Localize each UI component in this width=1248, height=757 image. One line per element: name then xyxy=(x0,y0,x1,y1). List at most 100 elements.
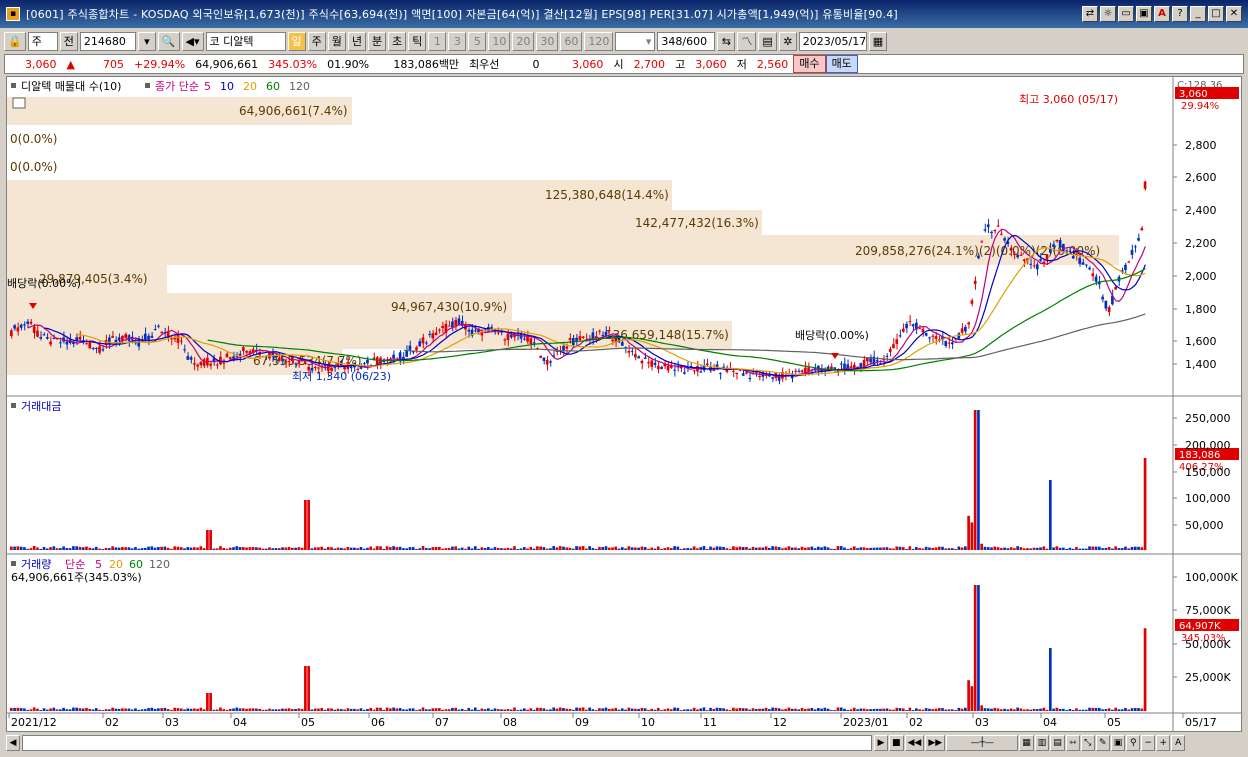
config-icon[interactable]: ✲ xyxy=(778,31,797,51)
amount-bar xyxy=(705,548,709,550)
scroll-left-button[interactable]: ◀ xyxy=(6,735,20,751)
volume-bar xyxy=(362,709,366,711)
period-second[interactable]: 초 xyxy=(388,31,407,51)
volume-bar xyxy=(189,708,193,711)
amount-bar xyxy=(451,546,454,550)
period-minute[interactable]: 분 xyxy=(368,31,387,51)
amount-bar xyxy=(173,546,177,550)
amount-bar xyxy=(473,546,477,550)
date-field[interactable]: 2023/05/17 xyxy=(798,31,867,51)
amount-bar xyxy=(718,546,722,550)
grid-icon[interactable]: ▦ xyxy=(1019,735,1034,751)
volume-bar xyxy=(1084,709,1088,711)
save-icon[interactable]: ▤ xyxy=(758,31,777,51)
chart-svg[interactable]: 64,906,661(7.4%) 0(0.0%) 0(0.0%) 125,380… xyxy=(7,77,1241,731)
table-icon[interactable] xyxy=(12,97,26,109)
zoom-icon[interactable]: ⚲ xyxy=(1126,735,1141,751)
window-icon[interactable]: ▣ xyxy=(1110,735,1126,751)
range-120[interactable]: 120 xyxy=(584,31,614,51)
close-button[interactable]: ✕ xyxy=(1226,6,1242,22)
range-3[interactable]: 3 xyxy=(448,31,467,51)
font-size-icon[interactable]: A xyxy=(1171,735,1186,751)
volume-bar xyxy=(947,709,951,711)
font-icon[interactable]: A xyxy=(1154,6,1170,22)
volume-summary: 64,906,661주(345.03%) xyxy=(11,571,142,584)
period-week[interactable]: 주 xyxy=(307,31,326,51)
candle-body xyxy=(692,370,696,372)
range-20[interactable]: 20 xyxy=(512,31,535,51)
code-input[interactable]: 214680 xyxy=(79,31,136,51)
volume-bar xyxy=(1117,709,1121,711)
period-tick[interactable]: 틱 xyxy=(408,31,427,51)
sell-button[interactable]: 매도 xyxy=(825,55,858,73)
amount-bar xyxy=(999,548,1003,550)
amount-bar xyxy=(986,547,990,550)
scrollbar[interactable] xyxy=(22,735,872,751)
candle-body xyxy=(19,324,23,328)
volume-bar xyxy=(941,708,944,711)
custom-range-select[interactable]: ▾ xyxy=(615,31,656,51)
help-icon[interactable]: ? xyxy=(1172,6,1188,22)
maximize-button[interactable]: □ xyxy=(1208,6,1224,22)
zoom-icon[interactable]: ⇆ xyxy=(717,31,736,51)
period-year[interactable]: 년 xyxy=(347,31,367,51)
volume-bar xyxy=(39,710,43,711)
volume-bar xyxy=(202,709,206,711)
pen-icon[interactable]: ✎ xyxy=(1095,735,1110,751)
volume-bar xyxy=(1009,708,1013,711)
layout-icon[interactable]: ▭ xyxy=(1118,6,1134,22)
zoom-out-icon[interactable]: − xyxy=(1141,735,1156,751)
calendar-icon[interactable]: ▦ xyxy=(868,31,888,51)
fast-forward-icon[interactable]: ▶▶ xyxy=(925,735,946,751)
candle-body xyxy=(428,333,431,335)
split-icon[interactable]: ▥ xyxy=(1034,735,1050,751)
zoom-in-icon[interactable]: + xyxy=(1156,735,1171,751)
candle-body xyxy=(408,345,412,351)
amount-bar xyxy=(993,546,997,550)
range-60[interactable]: 60 xyxy=(560,31,583,51)
search-icon[interactable]: 🔍 xyxy=(157,31,180,51)
lock-icon[interactable]: 🔒 xyxy=(4,31,26,51)
volume-bar xyxy=(248,708,252,711)
period-day[interactable]: 일 xyxy=(287,31,306,51)
minimize-button[interactable]: _ xyxy=(1190,6,1206,22)
amount-bar xyxy=(885,547,889,550)
amount-bar xyxy=(591,548,595,550)
volume-bar xyxy=(94,708,98,711)
screen-icon[interactable]: ▣ xyxy=(1136,6,1152,22)
buy-button[interactable]: 매수 xyxy=(793,55,826,73)
settings-icon[interactable]: ☼ xyxy=(1100,6,1116,22)
amount-bar xyxy=(640,546,644,550)
amount-bar xyxy=(1039,547,1042,550)
candle-body xyxy=(421,337,425,344)
market-select[interactable]: 주 xyxy=(27,31,58,51)
zoom-slider[interactable]: —┼— xyxy=(946,735,1019,751)
range-1[interactable]: 1 xyxy=(428,31,447,51)
stock-name-field[interactable]: 코 디알텍 xyxy=(205,31,286,51)
volume-bar xyxy=(1039,708,1042,711)
resize-icon[interactable]: ⇿ xyxy=(1065,735,1080,751)
panel-icon[interactable]: ▤ xyxy=(1050,735,1065,751)
range-10[interactable]: 10 xyxy=(488,31,511,51)
speaker-icon[interactable]: ◀▾ xyxy=(181,31,204,51)
scroll-right-icon[interactable]: ▶ xyxy=(874,735,888,751)
amount-bar xyxy=(326,547,330,550)
volume-bar xyxy=(310,709,314,711)
stop-icon[interactable]: ■ xyxy=(889,735,904,751)
candle-body xyxy=(496,332,500,334)
range-5[interactable]: 5 xyxy=(468,31,487,51)
amount-bar xyxy=(601,547,605,550)
draw-icon[interactable]: ⤡ xyxy=(1080,735,1095,751)
step-back-icon[interactable]: ◀◀ xyxy=(904,735,925,751)
link-icon[interactable]: ⇄ xyxy=(1082,6,1098,22)
prev-button[interactable]: 전 xyxy=(59,31,78,51)
chart-type-icon[interactable]: 〽 xyxy=(737,31,757,51)
count-field[interactable]: 348/600 xyxy=(657,31,716,51)
range-30[interactable]: 30 xyxy=(536,31,559,51)
volume-bar xyxy=(555,708,559,711)
candle-body xyxy=(366,359,369,364)
candle-body xyxy=(1016,255,1019,258)
period-month[interactable]: 월 xyxy=(327,31,346,51)
chart-area[interactable]: 64,906,661(7.4%) 0(0.0%) 0(0.0%) 125,380… xyxy=(6,76,1242,732)
code-dropdown-icon[interactable]: ▾ xyxy=(137,31,156,51)
